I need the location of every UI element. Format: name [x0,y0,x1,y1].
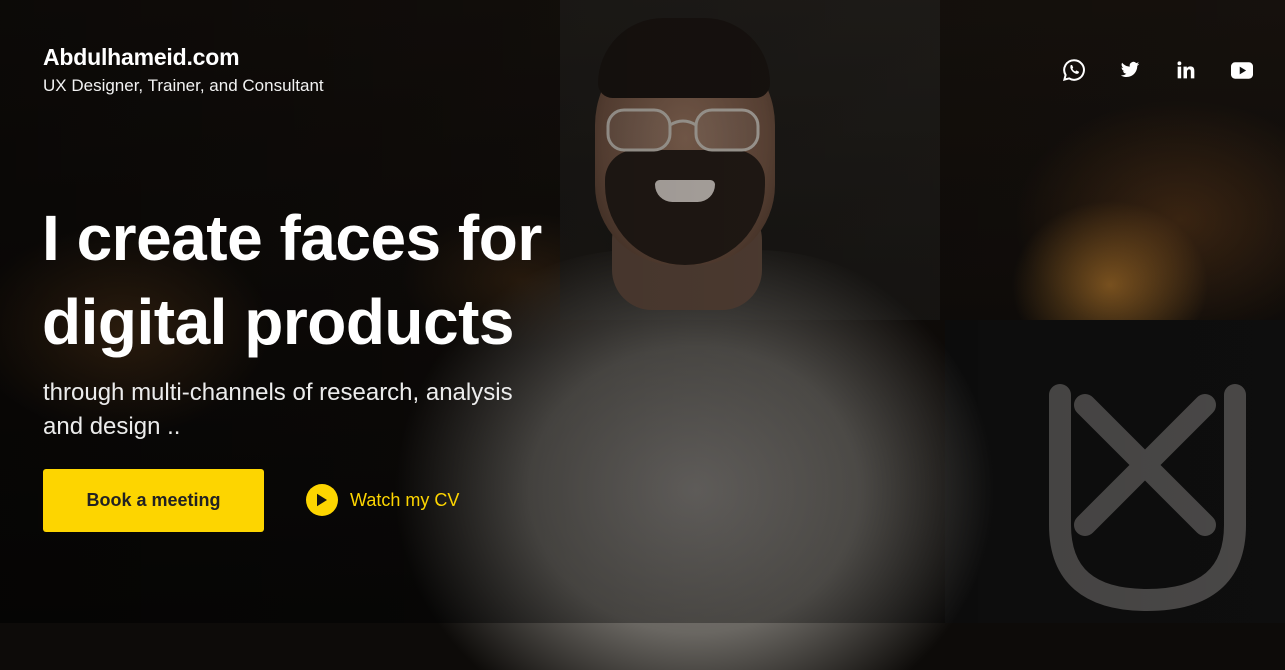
headline-line-2: digital products [42,286,515,358]
youtube-icon[interactable] [1229,57,1255,83]
whatsapp-icon[interactable] [1061,57,1087,83]
hero-tagline: through multi-channels of research, anal… [43,376,573,444]
hero-headline: I create faces for digital products [42,196,662,364]
watch-cv-link[interactable]: Watch my CV [306,484,459,516]
site-tagline: UX Designer, Trainer, and Consultant [43,76,324,95]
tagline-line-1: through multi-channels of research, anal… [43,379,513,406]
linkedin-icon[interactable] [1173,57,1199,83]
tagline-line-2: and design .. [43,413,181,440]
social-links [1061,57,1255,83]
headline-line-1: I create faces for [42,202,542,274]
book-meeting-button[interactable]: Book a meeting [43,469,264,532]
twitter-icon[interactable] [1117,57,1143,83]
play-icon [306,484,338,516]
site-logo-text[interactable]: Abdulhameid.com [43,44,324,70]
watch-cv-label: Watch my CV [350,489,460,510]
site-header: Abdulhameid.com UX Designer, Trainer, an… [43,44,324,96]
